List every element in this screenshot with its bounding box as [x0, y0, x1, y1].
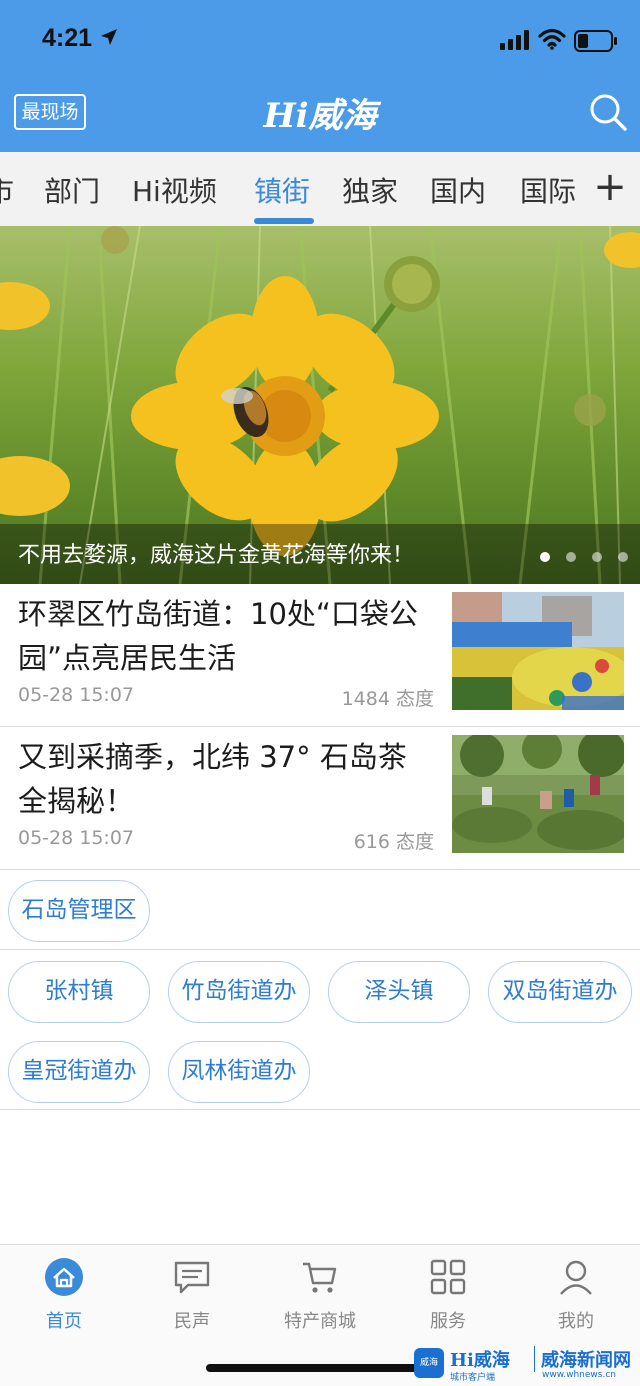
tab-international[interactable]: 国际: [520, 170, 576, 210]
carousel-dot[interactable]: [592, 552, 602, 562]
news-title: 环翠区竹岛街道：10处“口袋公园”点亮居民生活: [18, 597, 418, 675]
news-date: 05-28 15:07: [18, 827, 135, 849]
news-list-item[interactable]: 环翠区竹岛街道：10处“口袋公园”点亮居民生活 05-28 15:07 1484…: [0, 584, 640, 727]
tab-domestic[interactable]: 国内: [430, 170, 486, 210]
news-thumbnail: [452, 735, 624, 853]
home-indicator[interactable]: [206, 1364, 436, 1372]
tab-hi-video[interactable]: Hi视频: [132, 170, 217, 210]
status-time: 4:21: [42, 24, 93, 52]
watermark-logo: 威海: [414, 1348, 444, 1378]
home-icon: [44, 1257, 84, 1297]
tab-exclusive[interactable]: 独家: [342, 170, 398, 210]
grid-icon: [428, 1257, 468, 1297]
carousel-indicator: [524, 547, 628, 566]
message-icon: [172, 1257, 212, 1297]
town-pill[interactable]: 皇冠街道办: [8, 1041, 150, 1103]
banner-carousel[interactable]: 不用去婺源，威海这片金黄花海等你来！: [0, 226, 640, 584]
banner-caption: 不用去婺源，威海这片金黄花海等你来！: [18, 543, 415, 568]
nav-mall-label: 特产商城: [284, 1311, 356, 1332]
region-primary-row: 石岛管理区: [0, 870, 640, 950]
town-pill[interactable]: 双岛街道办: [488, 961, 632, 1023]
carousel-dot[interactable]: [618, 552, 628, 562]
town-pill[interactable]: 竹岛街道办: [168, 961, 310, 1023]
news-attitude-count: 616 态度: [353, 831, 434, 853]
app-title: Hi威海: [263, 96, 377, 136]
watermark-site: 威海新闻网: [534, 1346, 631, 1372]
cart-icon: [300, 1257, 340, 1297]
banner-caption-bar: 不用去婺源，威海这片金黄花海等你来！: [0, 524, 640, 584]
tab-city[interactable]: 市: [0, 170, 14, 210]
active-tab-indicator: [254, 218, 314, 224]
top-bar: 4:21 最现场 Hi威海: [0, 0, 640, 152]
news-date: 05-28 15:07: [18, 684, 135, 706]
search-icon[interactable]: [588, 92, 628, 136]
live-scene-button[interactable]: 最现场: [14, 94, 86, 130]
news-title: 又到采摘季，北纬 37° 石岛茶全揭秘！: [18, 740, 407, 818]
tab-towns[interactable]: 镇街: [254, 170, 310, 210]
status-bar: 4:21: [0, 22, 640, 58]
town-pill[interactable]: 凤林街道办: [168, 1041, 310, 1103]
watermark-brand-sub: 城市客户端: [450, 1373, 496, 1383]
user-icon: [556, 1257, 596, 1297]
nav-voice-label: 民声: [174, 1311, 210, 1332]
watermark: 威海 Hi威海 城市客户端 威海新闻网 www.whnews.cn: [414, 1346, 640, 1386]
watermark-site-url: www.whnews.cn: [542, 1370, 616, 1380]
tab-departments[interactable]: 部门: [44, 170, 100, 210]
news-list-item[interactable]: 又到采摘季，北纬 37° 石岛茶全揭秘！ 05-28 15:07 616 态度: [0, 727, 640, 870]
location-arrow-icon: [100, 28, 118, 50]
region-towns-grid: 张村镇 竹岛街道办 泽头镇 双岛街道办 皇冠街道办 凤林街道办: [0, 950, 640, 1110]
wifi-icon: [538, 28, 566, 54]
town-pill[interactable]: 泽头镇: [328, 961, 470, 1023]
nav-home-label: 首页: [46, 1311, 82, 1332]
town-pill[interactable]: 张村镇: [8, 961, 150, 1023]
news-thumbnail: [452, 592, 624, 710]
nav-profile-label: 我的: [558, 1311, 594, 1332]
add-channel-button[interactable]: +: [580, 164, 640, 214]
carousel-dot[interactable]: [566, 552, 576, 562]
region-pill[interactable]: 石岛管理区: [8, 880, 150, 942]
watermark-brand: Hi威海: [450, 1350, 510, 1371]
battery-icon: [574, 30, 618, 56]
cellular-signal-icon: [500, 30, 530, 54]
nav-services-label: 服务: [430, 1311, 466, 1332]
carousel-dot[interactable]: [540, 552, 550, 562]
channel-tabs: 市 部门 Hi视频 镇街 独家 国内 国际 +: [0, 152, 640, 226]
news-attitude-count: 1484 态度: [341, 688, 434, 710]
